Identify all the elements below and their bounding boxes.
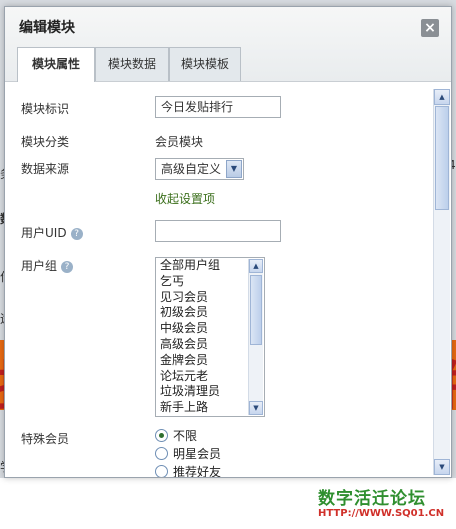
- radio-icon[interactable]: [155, 447, 168, 460]
- radio-icon[interactable]: [155, 465, 168, 477]
- tab-module-data[interactable]: 模块数据: [95, 47, 169, 81]
- radio-option-recommended-friend[interactable]: 推荐好友: [155, 464, 221, 477]
- close-icon: ×: [424, 20, 436, 36]
- listbox-scrollbar[interactable]: ▲ ▼: [248, 259, 263, 415]
- edit-module-dialog: 编辑模块 × 模块属性 模块数据 模块模板 模块标识 今日发贴排行 模块分类 会…: [4, 6, 452, 478]
- help-icon[interactable]: ?: [61, 260, 74, 273]
- dialog-title: 编辑模块: [19, 20, 75, 36]
- data-source-select[interactable]: 高级自定义 ▼: [155, 158, 244, 180]
- user-group-listbox[interactable]: 全部用户组 乞丐 见习会员 初级会员 中级会员 高级会员 金牌会员 论坛元老 垃…: [155, 257, 265, 417]
- chevron-down-icon: ▼: [226, 160, 242, 178]
- user-uid-label: 用户UID?: [21, 224, 83, 241]
- user-group-label-text: 用户组: [21, 259, 58, 273]
- special-member-label: 特殊会员: [21, 432, 70, 446]
- data-source-selected: 高级自定义: [161, 162, 222, 176]
- watermark-logo: 数字活迁论坛: [318, 489, 426, 509]
- watermark-url: HTTP://WWW.SQ01.CN: [318, 508, 445, 519]
- user-uid-input[interactable]: [155, 220, 281, 242]
- scroll-up-icon[interactable]: ▲: [434, 89, 450, 105]
- user-uid-label-text: 用户UID: [21, 226, 67, 240]
- radio-option-unlimited[interactable]: 不限: [155, 428, 197, 444]
- radio-label: 明星会员: [173, 447, 222, 461]
- tab-module-properties[interactable]: 模块属性: [17, 47, 95, 82]
- dialog-content: 模块标识 今日发贴排行 模块分类 会员模块 数据来源 高级自定义 ▼ 收起设置项…: [5, 82, 451, 477]
- tab-module-template[interactable]: 模块模板: [169, 47, 241, 81]
- scrollbar-thumb[interactable]: [435, 106, 449, 210]
- scroll-up-icon[interactable]: ▲: [249, 259, 263, 273]
- scrollbar-thumb[interactable]: [250, 275, 262, 345]
- data-source-label: 数据来源: [21, 162, 70, 176]
- dialog-header: 编辑模块 × 模块属性 模块数据 模块模板: [5, 7, 451, 82]
- module-category-label: 模块分类: [21, 135, 70, 149]
- module-id-input[interactable]: 今日发贴排行: [155, 96, 281, 118]
- module-category-value: 会员模块: [155, 135, 204, 149]
- radio-checked-icon[interactable]: [155, 429, 168, 442]
- user-group-label: 用户组?: [21, 257, 74, 274]
- radio-option-star-member[interactable]: 明星会员: [155, 446, 221, 462]
- scroll-down-icon[interactable]: ▼: [249, 401, 263, 415]
- radio-label: 不限: [173, 429, 198, 443]
- close-button[interactable]: ×: [421, 19, 439, 37]
- collapse-settings-link[interactable]: 收起设置项: [155, 190, 215, 207]
- radio-label: 推荐好友: [173, 465, 222, 477]
- module-id-label: 模块标识: [21, 102, 70, 116]
- scroll-down-icon[interactable]: ▼: [434, 459, 450, 475]
- help-icon[interactable]: ?: [70, 227, 83, 240]
- dialog-scrollbar[interactable]: ▲ ▼: [433, 89, 450, 475]
